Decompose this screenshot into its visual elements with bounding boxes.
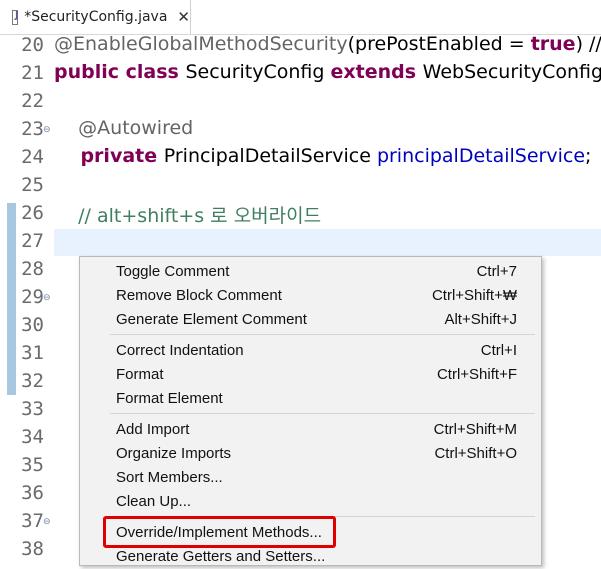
menu-item-label: Clean Up... [116,493,192,510]
line-number: 25 [21,174,44,196]
code-token: ) // [575,33,601,55]
menu-item[interactable]: Generate Getters and Setters... [80,545,541,569]
line-number: 38 [21,538,44,560]
code-line: public class SecurityConfig extends WebS… [54,61,601,83]
code-token: (prePostEnabled = [347,33,531,55]
highlight-box [103,516,336,548]
context-menu: Toggle Comment Ctrl+7 Remove Block Comment… [79,256,542,566]
code-token: @Autowired [54,117,194,139]
menu-item-label: Add Import [116,421,190,438]
tab-title: *SecurityConfig.java [24,9,168,25]
menu-item-label: Generate Getters and Setters... [116,548,326,565]
java-file-icon [12,9,19,25]
menu-item[interactable]: Format Element [80,387,541,411]
menu-item[interactable]: Clean Up... [80,490,541,514]
menu-item-label: Sort Members... [116,469,223,486]
tab-security-config[interactable]: *SecurityConfig.java ✕ [0,0,191,34]
editor-tab-bar: *SecurityConfig.java ✕ [0,0,601,35]
code-line: // alt+shift+s 로 오버라이드 [54,201,321,228]
menu-item[interactable]: Generate Element Comment Alt+Shift+J [80,308,541,332]
menu-item[interactable]: Correct Indentation Ctrl+I [80,339,541,363]
line-number: 22 [21,90,44,112]
code-token: ; [585,145,592,167]
code-token: principalDetailService [376,145,586,167]
code-token: @EnableGlobalMethodSecurity [54,33,348,55]
menu-item[interactable]: Organize Imports Ctrl+Shift+O [80,442,541,466]
line-number: 35 [21,454,44,476]
line-number: 33 [21,398,44,420]
menu-item-shortcut: Alt+Shift+J [444,311,517,328]
menu-item[interactable]: Toggle Comment Ctrl+7 [80,260,541,284]
fold-toggle-icon[interactable]: ⊖ [43,517,51,527]
line-number: 21 [21,62,44,84]
line-number: 29 [21,286,44,308]
line-number: 36 [21,482,44,504]
fold-toggle-icon[interactable]: ⊖ [43,293,51,303]
menu-item-shortcut: Ctrl+Shift+M [433,421,517,438]
code-token: WebSecurityConfig [422,61,601,83]
menu-item[interactable]: Add Import Ctrl+Shift+M [80,418,541,442]
line-number: 30 [21,314,44,336]
menu-item-label: Format Element [116,390,223,407]
menu-item-label: Organize Imports [116,445,232,462]
code-line: private PrincipalDetailService principal… [54,145,591,167]
close-tab-icon[interactable]: ✕ [177,8,190,26]
menu-separator [110,334,535,335]
code-token: SecurityConfig [185,61,331,83]
code-token: // alt+shift+s 로 오버라이드 [54,205,322,227]
line-number: 27 [21,230,44,252]
menu-item-shortcut: Ctrl+I [480,342,517,359]
current-line-highlight [54,229,601,256]
menu-item-label: Generate Element Comment [116,311,307,328]
code-line: @Autowired [54,117,193,139]
code-line: @EnableGlobalMethodSecurity(prePostEnabl… [54,33,601,55]
menu-item-label: Correct Indentation [116,342,244,359]
menu-item[interactable]: Format Ctrl+Shift+F [80,363,541,387]
line-number: 31 [21,342,44,364]
line-number: 24 [21,146,44,168]
line-number: 37 [21,510,44,532]
menu-item-label: Remove Block Comment [116,287,282,304]
code-token: public class [54,61,186,83]
fold-toggle-icon[interactable]: ⊖ [43,125,51,135]
line-number: 32 [21,370,44,392]
menu-item-shortcut: Ctrl+7 [476,263,517,280]
code-token: PrincipalDetailService [163,145,377,167]
menu-item-shortcut: Ctrl+Shift+F [436,366,517,383]
line-number: 26 [21,202,44,224]
menu-item-shortcut: Ctrl+Shift+O [434,445,517,462]
code-token: private [54,145,164,167]
menu-item[interactable]: Sort Members... [80,466,541,490]
menu-item-shortcut: Ctrl+Shift+₩ [431,287,517,304]
line-number: 34 [21,426,44,448]
menu-item-label: Toggle Comment [116,263,230,280]
menu-item-label: Format [116,366,164,383]
line-number: 20 [21,34,44,56]
code-token: true [530,33,576,55]
line-number: 28 [21,258,44,280]
menu-item[interactable]: Remove Block Comment Ctrl+Shift+₩ [80,284,541,308]
menu-separator [110,413,535,414]
code-token: extends [330,61,423,83]
line-number: 23 [21,118,44,140]
